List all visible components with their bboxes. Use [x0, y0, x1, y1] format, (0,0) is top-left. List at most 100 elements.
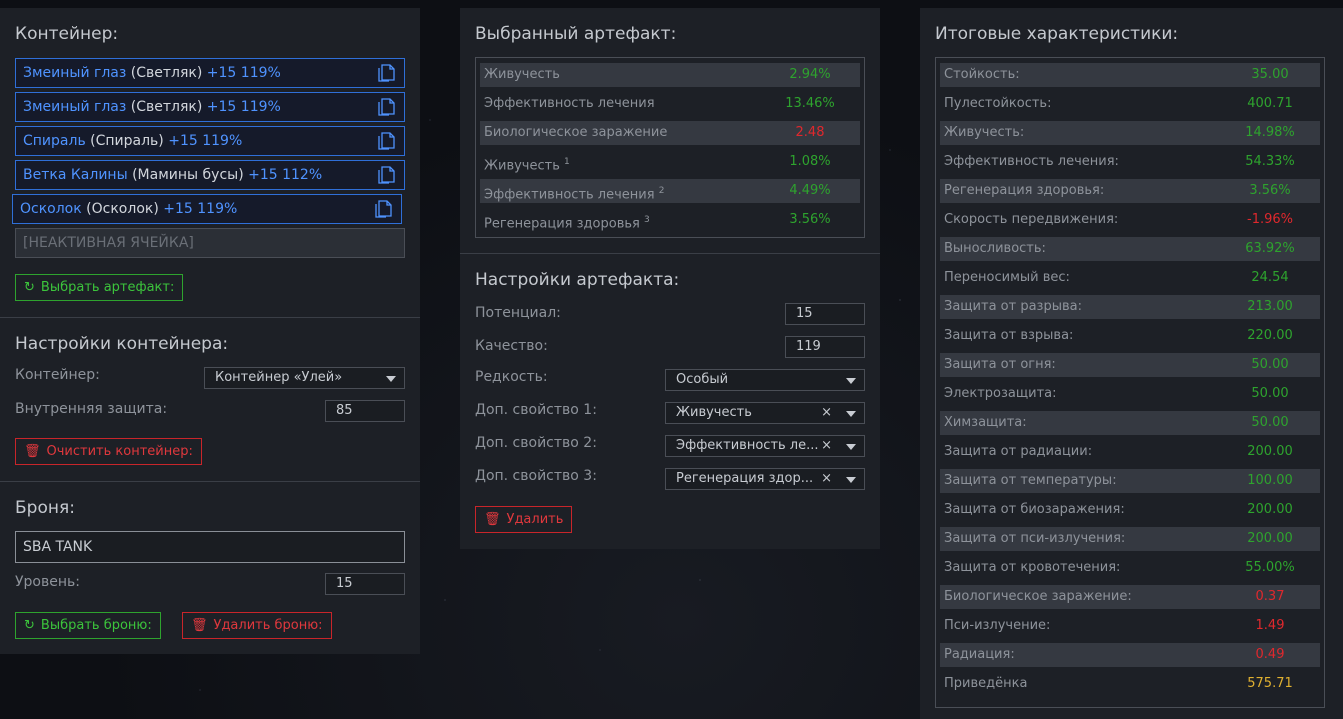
chevron-down-icon — [846, 378, 856, 384]
stat-value: 2.94% — [789, 67, 831, 82]
prop1-select[interactable]: Живучесть × — [665, 402, 865, 424]
trash-icon: 🗑 — [484, 512, 501, 527]
stat-name: Защита от радиации: — [944, 444, 1093, 459]
slot-artifact-type: (Светляк) — [130, 99, 203, 115]
prop1-label: Доп. свойство 1: — [475, 402, 597, 418]
stat-name: Живучесть: — [944, 125, 1025, 140]
artifact-title: Выбранный артефакт: — [475, 24, 677, 44]
prop2-select[interactable]: Эффективность ле... × — [665, 435, 865, 457]
stat-value: 54.33% — [1245, 154, 1295, 169]
stat-name: Радиация: — [944, 647, 1015, 662]
totals-panel: Итоговые характеристики: Стойкость: 35.00… — [920, 8, 1343, 719]
stat-name: Защита от взрыва: — [944, 328, 1074, 343]
stat-value: 13.46% — [785, 96, 835, 111]
delete-armor-button[interactable]: 🗑 Удалить броню: — [182, 612, 332, 639]
stat-name: Электрозащита: — [944, 386, 1057, 401]
divider — [460, 253, 880, 254]
stat-value: 1.49 — [1255, 618, 1285, 633]
inactive-slot: [НЕАКТИВНАЯ ЯЧЕЙКА] — [15, 228, 405, 258]
stat-value: 200.00 — [1247, 502, 1293, 517]
stat-name: Защита от разрыва: — [944, 299, 1082, 314]
copy-icon[interactable] — [376, 131, 396, 151]
total-stat-row: Стойкость: 35.00 — [940, 63, 1320, 87]
slot-artifact-type: (Осколок) — [86, 201, 159, 217]
total-stat-row: Химзащита: 50.00 — [940, 411, 1320, 435]
artifact-slot[interactable]: Осколок (Осколок) +15 119% — [12, 194, 402, 224]
quality-label: Качество: — [475, 338, 548, 354]
artifact-slot[interactable]: Змеиный глаз (Светляк) +15 119% — [15, 58, 405, 88]
internal-protection-input[interactable]: 85 — [325, 400, 405, 422]
total-stat-row: Скорость передвижения: -1.96% — [940, 208, 1320, 232]
total-stat-row: Защита от температуры: 100.00 — [940, 469, 1320, 493]
slot-artifact-level: +15 112% — [248, 167, 323, 183]
stat-name: Защита от огня: — [944, 357, 1056, 372]
stat-value: 100.00 — [1247, 473, 1293, 488]
select-armor-button[interactable]: ↻ Выбрать броню: — [15, 612, 161, 639]
armor-input[interactable]: SBA TANK — [15, 531, 405, 563]
stat-name: Стойкость: — [944, 67, 1020, 82]
stat-footnote: 3 — [643, 215, 650, 225]
total-stat-row: Эффективность лечения: 54.33% — [940, 150, 1320, 174]
clear-icon[interactable]: × — [821, 403, 832, 423]
total-stat-row: Защита от кровотечения: 55.00% — [940, 556, 1320, 580]
copy-icon[interactable] — [373, 199, 393, 219]
slot-artifact-level: +15 119% — [206, 99, 281, 115]
stat-name: Биологическое заражение: — [944, 589, 1132, 604]
stat-name: Живучесть — [484, 67, 560, 82]
rarity-label: Редкость: — [475, 369, 548, 385]
artifact-settings-title: Настройки артефакта: — [475, 270, 680, 290]
stat-value: 50.00 — [1251, 386, 1289, 401]
stat-name: Живучесть 1 — [484, 157, 570, 174]
slot-artifact-type: (Светляк) — [130, 65, 203, 81]
container-settings-title: Настройки контейнера: — [15, 334, 229, 354]
stat-value: 3.56% — [789, 212, 831, 227]
copy-icon[interactable] — [376, 165, 396, 185]
quality-input[interactable]: 119 — [785, 336, 865, 358]
artifact-stat-row: Регенерация здоровья 3 3.56% — [480, 208, 860, 232]
container-select[interactable]: Контейнер «Улей» — [204, 367, 405, 389]
clear-icon[interactable]: × — [821, 436, 832, 456]
stat-value: 50.00 — [1251, 357, 1289, 372]
copy-icon[interactable] — [376, 63, 396, 83]
container-title: Контейнер: — [15, 24, 119, 44]
stat-value: 4.49% — [789, 183, 831, 198]
stat-name: Эффективность лечения — [484, 96, 655, 111]
total-stat-row: Регенерация здоровья: 3.56% — [940, 179, 1320, 203]
prop3-label: Доп. свойство 3: — [475, 468, 597, 484]
stat-name: Химзащита: — [944, 415, 1027, 430]
total-stat-row: Живучесть: 14.98% — [940, 121, 1320, 145]
delete-artifact-button[interactable]: 🗑 Удалить — [475, 506, 573, 533]
prop3-select[interactable]: Регенерация здор... × — [665, 468, 865, 490]
chevron-down-icon — [846, 411, 856, 417]
select-artifact-button[interactable]: ↻ Выбрать артефакт: — [15, 274, 184, 301]
chevron-down-icon — [386, 376, 396, 382]
artifact-slot[interactable]: Ветка Калины (Мамины бусы) +15 112% — [15, 160, 405, 190]
stat-value: 1.08% — [789, 154, 831, 169]
total-stat-row: Защита от огня: 50.00 — [940, 353, 1320, 377]
total-stat-row: Приведёнка 575.71 — [940, 672, 1320, 696]
stat-value: 14.98% — [1245, 125, 1295, 140]
armor-level-label: Уровень: — [15, 574, 80, 590]
stat-value: 0.49 — [1255, 647, 1285, 662]
trash-icon: 🗑 — [191, 618, 208, 633]
slot-artifact-level: +15 119% — [206, 65, 281, 81]
artifact-slot[interactable]: Спираль (Спираль) +15 119% — [15, 126, 405, 156]
stat-value: 220.00 — [1247, 328, 1293, 343]
rarity-select[interactable]: Особый — [665, 369, 865, 391]
slot-artifact-name: Змеиный глаз — [23, 65, 127, 81]
copy-icon[interactable] — [376, 97, 396, 117]
refresh-icon: ↻ — [24, 618, 35, 633]
total-stat-row: Защита от взрыва: 220.00 — [940, 324, 1320, 348]
stat-value: 575.71 — [1247, 676, 1293, 691]
artifact-stat-row: Эффективность лечения 2 4.49% — [480, 179, 860, 203]
clear-container-button[interactable]: 🗑 Очистить контейнер: — [15, 438, 202, 465]
potential-input[interactable]: 15 — [785, 303, 865, 325]
artifact-slot[interactable]: Змеиный глаз (Светляк) +15 119% — [15, 92, 405, 122]
totals-stats: Стойкость: 35.00 Пулестойкость: 400.71 Живуч… — [935, 57, 1325, 708]
stat-name: Биологическое заражение — [484, 125, 668, 140]
stat-name: Защита от биозаражения: — [944, 502, 1125, 517]
stat-name: Переносимый вес: — [944, 270, 1070, 285]
stat-value: 63.92% — [1245, 241, 1295, 256]
clear-icon[interactable]: × — [821, 469, 832, 489]
armor-level-input[interactable]: 15 — [325, 573, 405, 595]
